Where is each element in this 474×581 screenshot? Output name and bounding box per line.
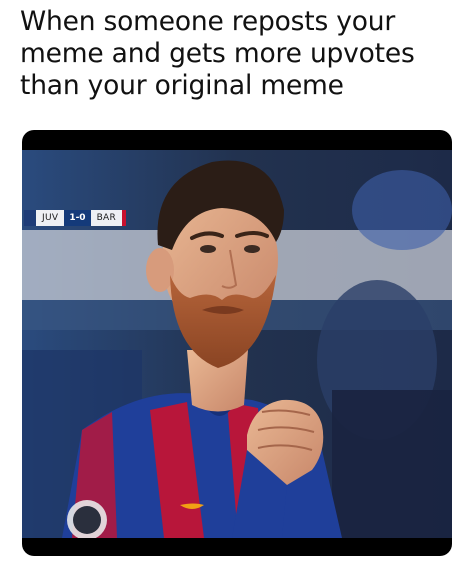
caption-line-1: When someone reposts your: [20, 6, 396, 37]
away-team: BAR: [90, 210, 123, 226]
home-team: JUV: [36, 210, 65, 226]
meme-photo: JUV 1-0 BAR: [22, 150, 452, 538]
scoreboard-tail: [122, 210, 127, 226]
meme-caption: When someone reposts your meme and gets …: [20, 6, 460, 102]
player-photo-illustration: [22, 150, 452, 538]
match-score: 1-0: [64, 210, 91, 226]
caption-line-3: than your original meme: [20, 70, 344, 101]
scoreboard-overlay: JUV 1-0 BAR: [24, 210, 127, 226]
scoreboard-edge: [24, 210, 36, 226]
ear: [146, 248, 174, 292]
caption-line-2: meme and gets more upvotes: [20, 38, 415, 69]
meme-image-frame: JUV 1-0 BAR: [22, 130, 452, 556]
